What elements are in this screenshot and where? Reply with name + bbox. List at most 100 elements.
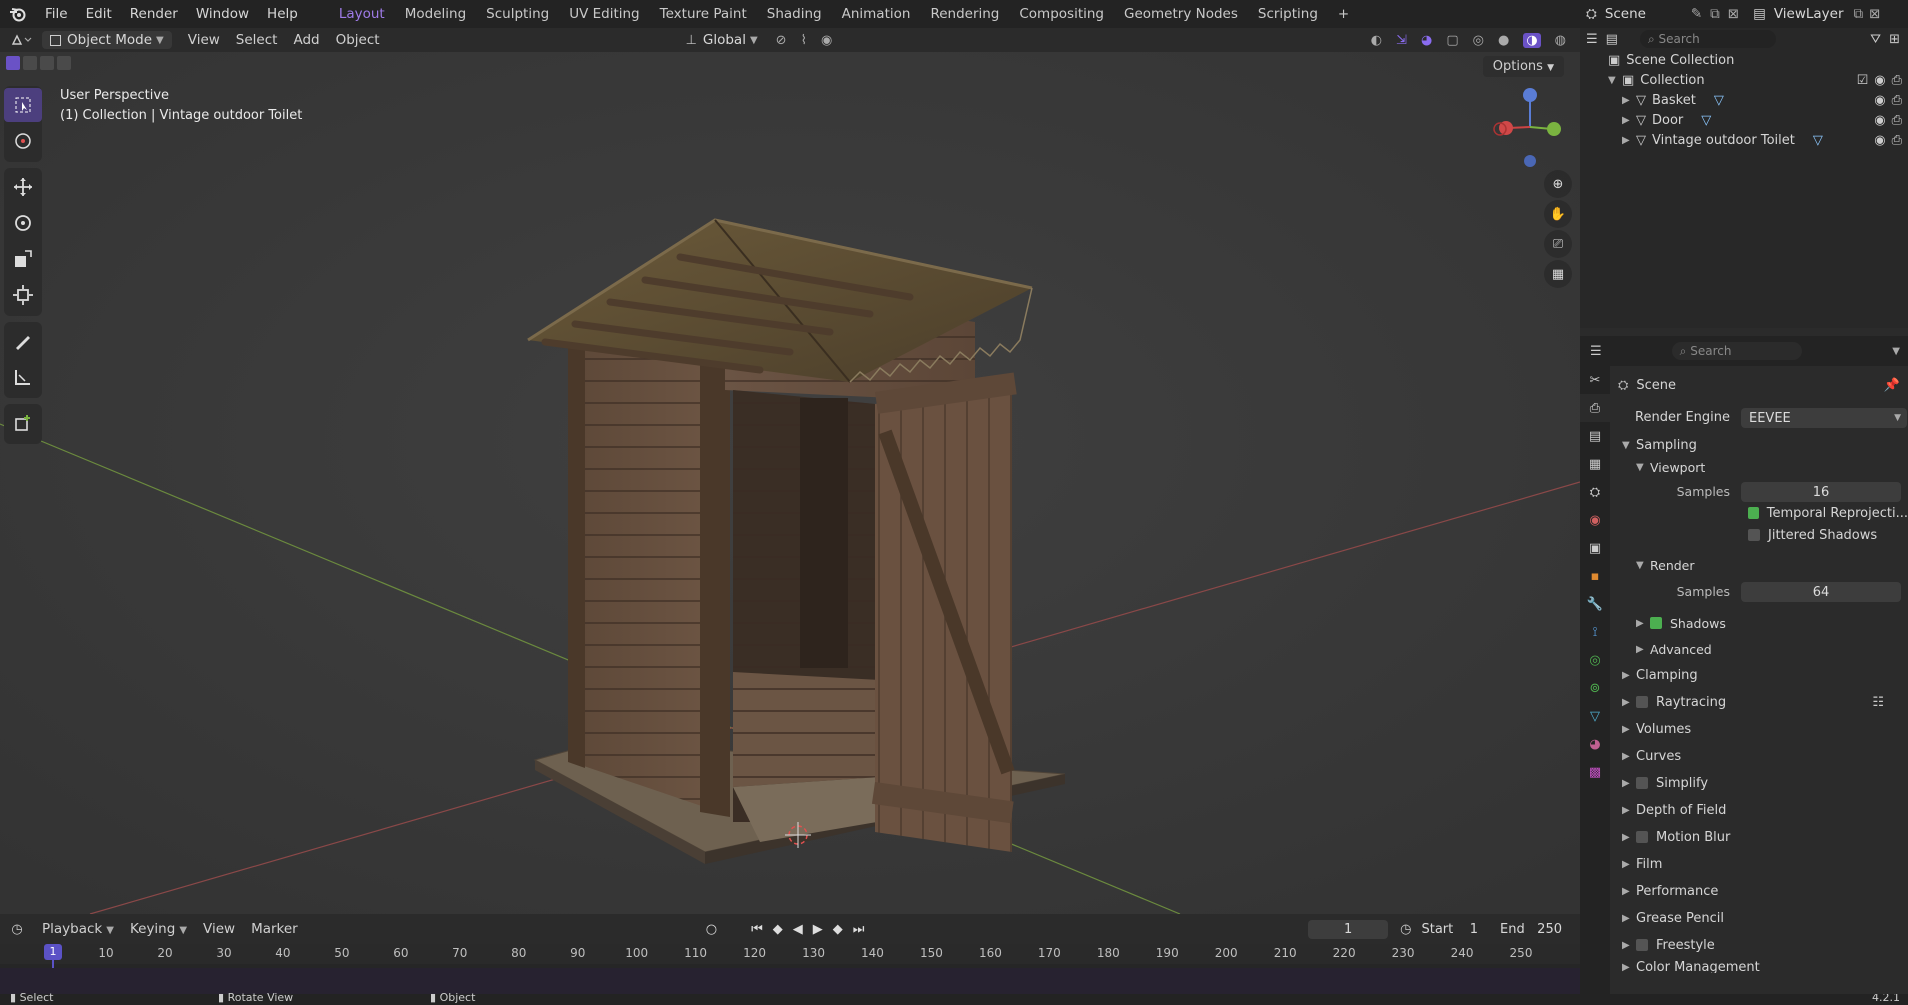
select-new-icon[interactable]	[6, 56, 20, 70]
remove-scene-icon[interactable]: ⊠	[1728, 6, 1739, 22]
chevron-right-icon[interactable]: ▶	[1622, 95, 1636, 106]
pivot-icon[interactable]: ⊘	[776, 33, 787, 48]
outliner-row-vintage-outdoor-toilet[interactable]: ▶ ▽ Vintage outdoor Toilet ▽ ◉ ⎙	[1580, 130, 1908, 150]
next-keyframe-icon[interactable]: ◆	[833, 922, 843, 937]
section-freestyle[interactable]: ▶ Freestyle	[1610, 934, 1908, 956]
viewport-samples-field[interactable]: 16	[1741, 482, 1901, 502]
display-mode-icon[interactable]: ▤	[1606, 32, 1618, 47]
rendered-shading-icon[interactable]: ◍	[1555, 33, 1566, 48]
snap-icon[interactable]: ⌇	[801, 33, 807, 48]
checkbox-icon[interactable]	[1636, 831, 1648, 843]
visibility-icon[interactable]: ◐	[1371, 33, 1382, 48]
tab-texture-paint[interactable]: Texture Paint	[650, 0, 757, 28]
pin-icon[interactable]: 📌	[1884, 378, 1900, 393]
3d-viewport[interactable]: User Perspective (1) Collection | Vintag…	[0, 52, 1580, 914]
eye-icon[interactable]: ◉	[1874, 113, 1885, 128]
tab-geometry-nodes[interactable]: Geometry Nodes	[1114, 0, 1248, 28]
tool-tab-icon[interactable]: ✂	[1580, 366, 1610, 394]
menu-window[interactable]: Window	[187, 0, 258, 28]
mesh-data-icon[interactable]: ▽	[1701, 113, 1711, 128]
chevron-right-icon[interactable]: ▶	[1622, 135, 1636, 146]
tab-animation[interactable]: Animation	[832, 0, 921, 28]
overlays-icon[interactable]: ◕	[1421, 33, 1432, 48]
add-workspace-button[interactable]: +	[1328, 0, 1359, 28]
menu-view[interactable]: View	[180, 32, 228, 48]
select-subtract-icon[interactable]	[40, 56, 54, 70]
texture-tab-icon[interactable]: ▩	[1580, 758, 1610, 786]
outliner-row-scene-collection[interactable]: ▣ Scene Collection	[1580, 50, 1908, 70]
end-frame-field[interactable]: End 250	[1500, 922, 1562, 937]
menu-add[interactable]: Add	[285, 32, 327, 48]
section-curves[interactable]: ▶ Curves	[1610, 745, 1908, 767]
add-cube-tool-icon[interactable]	[4, 406, 42, 440]
world-tab-icon[interactable]: ◉	[1580, 506, 1610, 534]
section-performance[interactable]: ▶ Performance	[1610, 880, 1908, 902]
current-frame-field[interactable]: 1	[1308, 919, 1389, 939]
checkbox-icon[interactable]	[1636, 696, 1648, 708]
section-simplify[interactable]: ▶ Simplify	[1610, 772, 1908, 794]
tab-scripting[interactable]: Scripting	[1248, 0, 1328, 28]
blender-logo-icon[interactable]	[0, 6, 36, 22]
tab-rendering[interactable]: Rendering	[920, 0, 1009, 28]
checkbox-icon[interactable]	[1636, 939, 1648, 951]
tab-compositing[interactable]: Compositing	[1009, 0, 1114, 28]
pan-hand-icon[interactable]: ✋	[1544, 200, 1572, 228]
subsection-advanced[interactable]: ▶ Advanced	[1610, 638, 1908, 660]
outliner-row-basket[interactable]: ▶ ▽ Basket ▽ ◉ ⎙	[1580, 90, 1908, 110]
outliner-row-collection[interactable]: ▼ ▣ Collection ☑ ◉ ⎙	[1580, 70, 1908, 90]
mode-dropdown[interactable]: Object Mode ▼	[42, 31, 172, 49]
camera-view-icon[interactable]: ⎚	[1544, 230, 1572, 258]
checkbox-icon[interactable]	[1748, 507, 1759, 519]
eye-icon[interactable]: ◉	[1874, 93, 1885, 108]
physics-tab-icon[interactable]: ◎	[1580, 646, 1610, 674]
scale-tool-icon[interactable]	[4, 242, 42, 276]
tab-shading[interactable]: Shading	[757, 0, 832, 28]
chevron-right-icon[interactable]: ▶	[1622, 115, 1636, 126]
particles-tab-icon[interactable]: ⟟	[1580, 618, 1610, 646]
subsection-viewport[interactable]: ▼ Viewport	[1610, 456, 1908, 478]
preview-range-icon[interactable]: ◷	[1400, 922, 1411, 937]
orientation-dropdown[interactable]: ⊥ Global ▼	[686, 32, 758, 48]
outliner-editor-icon[interactable]: ☰	[1586, 32, 1598, 47]
zoom-icon[interactable]: ⊕	[1544, 170, 1572, 198]
tab-layout[interactable]: Layout	[329, 0, 395, 28]
annotate-tool-icon[interactable]	[4, 324, 42, 358]
menu-render[interactable]: Render	[121, 0, 187, 28]
tab-uv-editing[interactable]: UV Editing	[559, 0, 649, 28]
menu-playback[interactable]: Playback ▼	[34, 921, 122, 937]
pin-icon[interactable]: ✎	[1691, 6, 1702, 22]
section-grease-pencil[interactable]: ▶ Grease Pencil	[1610, 907, 1908, 929]
section-sampling[interactable]: ▼ Sampling	[1610, 434, 1908, 456]
section-clamping[interactable]: ▶ Clamping	[1610, 664, 1908, 686]
camera-icon[interactable]: ⎙	[1892, 133, 1902, 148]
options-button[interactable]: Options ▼	[1482, 56, 1564, 77]
start-frame-field[interactable]: Start 1	[1421, 922, 1478, 937]
move-tool-icon[interactable]	[4, 170, 42, 204]
menu-edit[interactable]: Edit	[77, 0, 121, 28]
outliner[interactable]: ☰ ▤ ⌕ Search ⛛ ⊞ ▣ Scene Collection ▼ ▣ …	[1580, 28, 1908, 328]
mesh-data-icon[interactable]: ▽	[1714, 93, 1724, 108]
section-motion-blur[interactable]: ▶ Motion Blur	[1610, 826, 1908, 848]
new-scene-icon[interactable]: ⧉	[1710, 6, 1720, 22]
transform-tool-icon[interactable]	[4, 278, 42, 312]
perspective-toggle-icon[interactable]: ▦	[1544, 260, 1572, 288]
play-reverse-icon[interactable]: ◀	[793, 922, 803, 937]
chevron-down-icon[interactable]: ▼	[1892, 346, 1900, 357]
outliner-search-input[interactable]: ⌕ Search	[1639, 30, 1776, 48]
material-shading-icon[interactable]: ◑	[1523, 32, 1541, 48]
constraints-tab-icon[interactable]: ⊚	[1580, 674, 1610, 702]
gizmo-icon[interactable]: ⇲	[1396, 33, 1407, 48]
timeline-ruler[interactable]: 10 20 30 40 50 60 70 80 90 100 110 120 130 140 150 160 1…	[0, 944, 1580, 964]
proportional-edit-icon[interactable]: ◉	[821, 33, 832, 48]
section-volumes[interactable]: ▶ Volumes	[1610, 718, 1908, 740]
jump-end-icon[interactable]: ⏭	[853, 922, 865, 937]
xray-icon[interactable]: ▢	[1446, 33, 1458, 48]
auto-keying-icon[interactable]: ○	[706, 922, 717, 937]
properties-editor-icon[interactable]: ☰	[1590, 344, 1602, 359]
cursor-tool-icon[interactable]	[4, 124, 42, 158]
scene-tab-icon[interactable]: ⛭	[1580, 478, 1610, 506]
subsection-render[interactable]: ▼ Render	[1610, 554, 1908, 576]
timeline-editor-icon[interactable]: ◷	[0, 922, 34, 937]
menu-timeline-view[interactable]: View	[195, 921, 243, 937]
chevron-down-icon[interactable]: ▼	[1608, 75, 1622, 86]
